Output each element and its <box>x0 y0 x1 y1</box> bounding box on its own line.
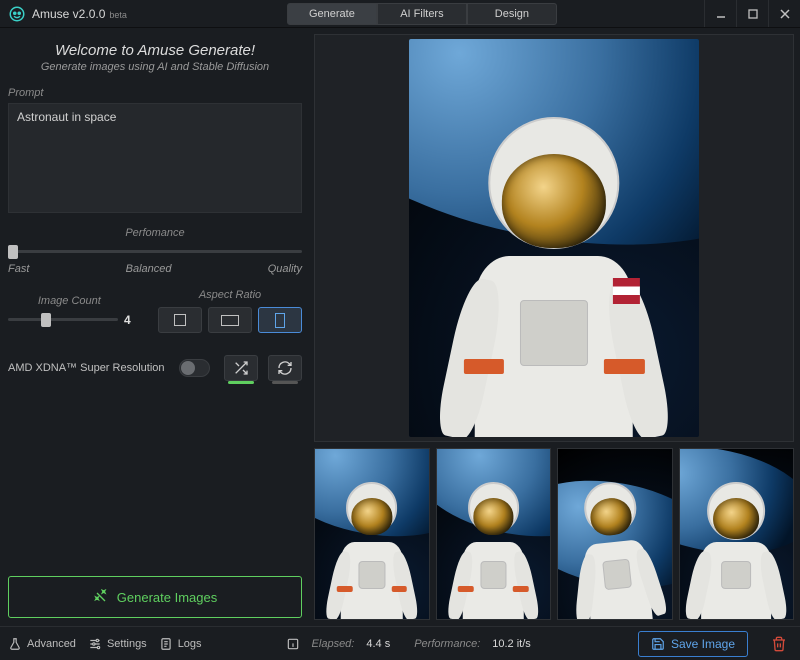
save-image-label: Save Image <box>671 637 735 651</box>
window-controls <box>704 0 800 27</box>
super-resolution-toggle[interactable] <box>179 359 210 377</box>
image-count-label: Image Count <box>38 295 101 307</box>
welcome-subtitle: Generate images using AI and Stable Diff… <box>8 61 302 73</box>
delete-button[interactable] <box>766 631 792 657</box>
thumbnail[interactable] <box>679 448 795 620</box>
thumbnail[interactable] <box>557 448 673 620</box>
thumbnail[interactable] <box>436 448 552 620</box>
tab-design[interactable]: Design <box>467 3 557 25</box>
app-title: Amuse v2.0.0 beta <box>32 7 127 21</box>
scroll-icon <box>159 637 173 651</box>
performance-stat-value: 10.2 it/s <box>492 638 531 650</box>
main-tabs: Generate AI Filters Design <box>287 3 557 25</box>
perf-label-fast: Fast <box>8 263 29 275</box>
performance-slider[interactable] <box>8 245 302 259</box>
perf-label-balanced: Balanced <box>126 263 172 275</box>
preview-image[interactable] <box>409 39 699 437</box>
aspect-ratio-label: Aspect Ratio <box>199 289 261 301</box>
advanced-button[interactable]: Advanced <box>8 637 76 651</box>
aspect-landscape-button[interactable] <box>208 307 252 333</box>
status-bar: Advanced Settings Logs Elapsed: 4.4 s Pe… <box>0 626 800 660</box>
aspect-square-button[interactable] <box>158 307 202 333</box>
shuffle-icon <box>233 360 249 376</box>
elapsed-value: 4.4 s <box>366 638 390 650</box>
app-logo-icon <box>8 5 26 23</box>
image-count-thumb[interactable] <box>41 313 51 327</box>
tab-ai-filters[interactable]: AI Filters <box>377 3 467 25</box>
prompt-label: Prompt <box>8 87 302 99</box>
thumbnail-strip <box>314 448 794 620</box>
thumbnail[interactable] <box>314 448 430 620</box>
logs-button[interactable]: Logs <box>159 637 202 651</box>
preview-panel <box>314 34 794 442</box>
maximize-button[interactable] <box>736 0 768 27</box>
content-area <box>310 28 800 626</box>
app-title-text: Amuse v2.0.0 <box>32 7 105 21</box>
aspect-portrait-button[interactable] <box>258 307 302 333</box>
tab-generate[interactable]: Generate <box>287 3 377 25</box>
image-count-value: 4 <box>124 313 131 327</box>
super-resolution-label: AMD XDNA™ Super Resolution <box>8 362 165 374</box>
refresh-button[interactable] <box>268 355 302 381</box>
welcome-title: Welcome to Amuse Generate! <box>8 42 302 59</box>
flask-icon <box>8 637 22 651</box>
sliders-icon <box>88 637 102 651</box>
save-image-button[interactable]: Save Image <box>638 631 748 657</box>
refresh-icon <box>277 360 293 376</box>
sidebar: Welcome to Amuse Generate! Generate imag… <box>0 28 310 626</box>
close-button[interactable] <box>768 0 800 27</box>
minimize-button[interactable] <box>704 0 736 27</box>
perf-label-quality: Quality <box>268 263 302 275</box>
performance-stat-label: Performance: <box>414 638 480 650</box>
prompt-input[interactable] <box>8 103 302 213</box>
trash-icon <box>771 636 787 652</box>
elapsed-label: Elapsed: <box>312 638 355 650</box>
app-badge: beta <box>109 10 127 20</box>
save-icon <box>651 637 665 651</box>
shuffle-button[interactable] <box>224 355 258 381</box>
performance-label: Perfomance <box>8 227 302 239</box>
image-count-slider[interactable] <box>8 313 118 327</box>
wand-icon <box>93 589 109 605</box>
generate-images-button[interactable]: Generate Images <box>8 576 302 618</box>
title-bar: Amuse v2.0.0 beta Generate AI Filters De… <box>0 0 800 28</box>
performance-labels: Fast Balanced Quality <box>8 263 302 275</box>
performance-slider-thumb[interactable] <box>8 245 18 259</box>
settings-button[interactable]: Settings <box>88 637 147 651</box>
info-icon <box>286 637 300 651</box>
info-button[interactable] <box>286 637 300 651</box>
generate-button-label: Generate Images <box>117 590 217 605</box>
